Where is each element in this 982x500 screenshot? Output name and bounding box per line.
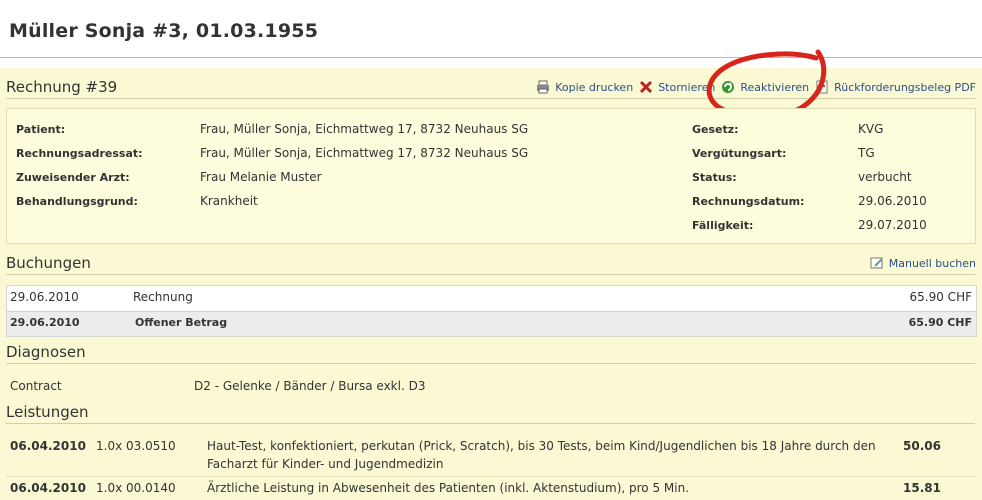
print-copy-label: Kopie drucken bbox=[555, 80, 634, 94]
total-description: Offener Betrag bbox=[135, 316, 228, 329]
booking-date: 29.06.2010 bbox=[10, 290, 79, 304]
billing-recipient-label: Rechnungsadressat: bbox=[16, 147, 143, 160]
service-code: 00.0140 bbox=[126, 481, 176, 495]
services-header: Leistungen bbox=[6, 403, 975, 424]
due-date-value: 29.07.2010 bbox=[858, 218, 927, 232]
patient-value: Frau, Müller Sonja, Eichmattweg 17, 8732… bbox=[200, 122, 529, 136]
services-title: Leistungen bbox=[6, 403, 89, 421]
status-value: verbucht bbox=[858, 170, 912, 184]
printer-icon bbox=[536, 80, 550, 94]
treatment-reason-value: Krankheit bbox=[200, 194, 258, 208]
bookings-title: Buchungen bbox=[6, 254, 91, 272]
service-row-divider bbox=[6, 476, 975, 477]
due-date-label: Fälligkeit: bbox=[692, 219, 754, 232]
bookings-table: 29.06.2010 Rechnung 65.90 CHF 29.06.2010… bbox=[6, 285, 977, 337]
refund-pdf-button[interactable]: Rückforderungsbeleg PDF bbox=[815, 80, 976, 94]
billing-type-label: Vergütungsart: bbox=[692, 147, 787, 160]
law-value: KVG bbox=[858, 122, 884, 136]
service-quantity: 1.0x bbox=[96, 439, 123, 453]
service-amount: 50.06 bbox=[903, 439, 941, 453]
invoice-date-label: Rechnungsdatum: bbox=[692, 195, 805, 208]
service-description-cont: Facharzt für Kinder- und Jugendmedizin bbox=[207, 457, 444, 471]
page-title: Müller Sonja #3, 01.03.1955 bbox=[9, 20, 319, 42]
booking-amount: 65.90 CHF bbox=[909, 290, 972, 304]
edit-note-icon bbox=[870, 256, 884, 270]
booking-total-row: 29.06.2010 Offener Betrag 65.90 CHF bbox=[7, 311, 976, 336]
patient-label: Patient: bbox=[16, 123, 66, 136]
diagnosis-description: D2 - Gelenke / Bänder / Bursa exkl. D3 bbox=[194, 379, 426, 393]
manual-booking-button[interactable]: Manuell buchen bbox=[870, 256, 976, 270]
service-code: 03.0510 bbox=[126, 439, 176, 453]
service-date: 06.04.2010 bbox=[10, 439, 86, 453]
billing-recipient-value: Frau, Müller Sonja, Eichmattweg 17, 8732… bbox=[200, 146, 529, 160]
diagnosis-type: Contract bbox=[10, 379, 62, 393]
law-label: Gesetz: bbox=[692, 123, 739, 136]
diagnoses-header: Diagnosen bbox=[6, 343, 975, 364]
print-copy-button[interactable]: Kopie drucken bbox=[536, 80, 633, 94]
billing-type-value: TG bbox=[858, 146, 875, 160]
service-quantity: 1.0x bbox=[96, 481, 123, 495]
manual-booking-label: Manuell buchen bbox=[888, 256, 976, 270]
title-divider bbox=[0, 57, 982, 58]
service-description: Ärztliche Leistung in Abwesenheit des Pa… bbox=[207, 481, 690, 495]
invoice-date-value: 29.06.2010 bbox=[858, 194, 927, 208]
treatment-reason-label: Behandlungsgrund: bbox=[16, 195, 138, 208]
invoice-title: Rechnung #39 bbox=[6, 78, 118, 96]
status-label: Status: bbox=[692, 171, 737, 184]
total-amount: 65.90 CHF bbox=[908, 316, 972, 329]
referring-doctor-label: Zuweisender Arzt: bbox=[16, 171, 130, 184]
service-date: 06.04.2010 bbox=[10, 481, 86, 495]
service-description: Haut-Test, konfektioniert, perkutan (Pri… bbox=[207, 439, 876, 453]
refund-pdf-label: Rückforderungsbeleg PDF bbox=[834, 80, 976, 94]
diagnoses-title: Diagnosen bbox=[6, 343, 86, 361]
invoice-details: Patient: Frau, Müller Sonja, Eichmattweg… bbox=[6, 108, 976, 244]
service-amount: 15.81 bbox=[903, 481, 941, 495]
referring-doctor-value: Frau Melanie Muster bbox=[200, 170, 322, 184]
booking-description: Rechnung bbox=[133, 290, 193, 304]
bookings-header: Buchungen bbox=[6, 254, 975, 275]
cancel-x-icon bbox=[639, 80, 653, 94]
total-date: 29.06.2010 bbox=[10, 316, 80, 329]
